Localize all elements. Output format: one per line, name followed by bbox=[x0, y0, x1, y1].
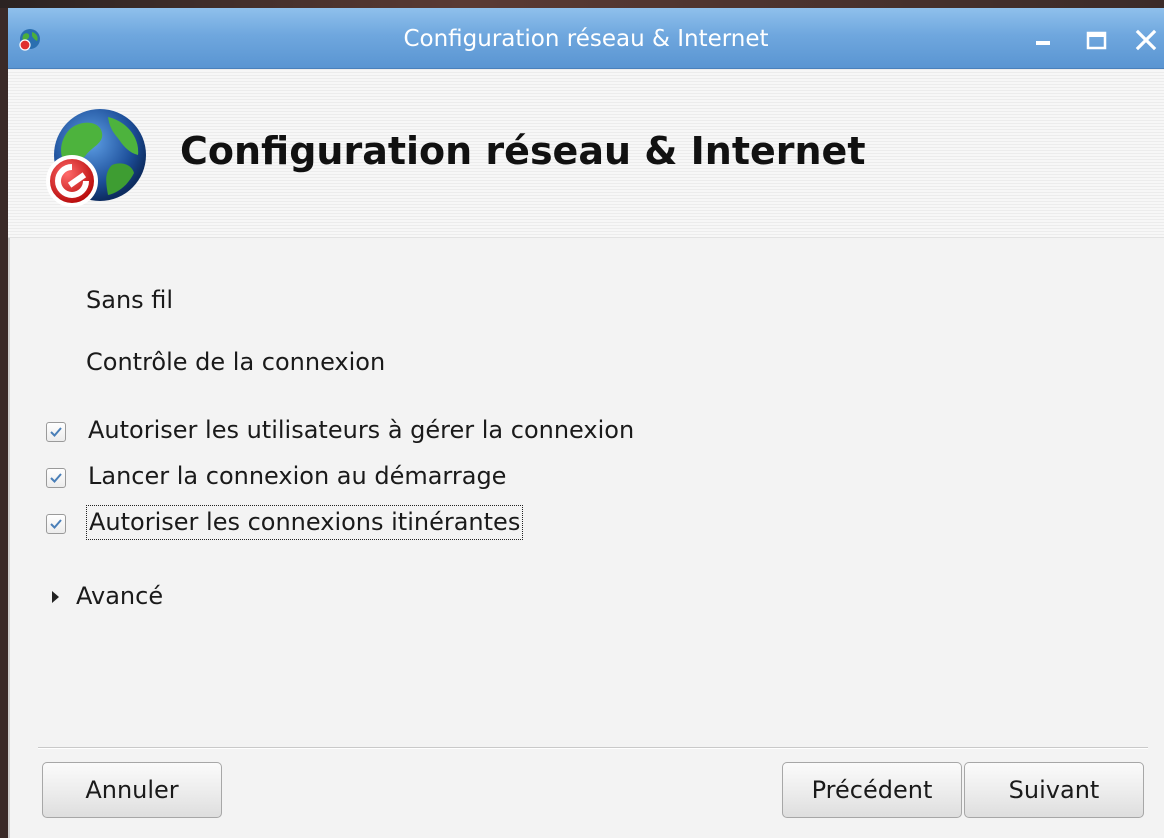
button-separator bbox=[38, 747, 1148, 749]
maximize-icon[interactable] bbox=[1083, 26, 1111, 54]
dialog-window: Configuration réseau & Internet Configur… bbox=[8, 8, 1164, 838]
subsection-title: Contrôle de la connexion bbox=[86, 348, 386, 376]
close-icon[interactable] bbox=[1132, 26, 1160, 54]
checkbox[interactable] bbox=[46, 422, 66, 442]
checkbox-label[interactable]: Autoriser les utilisateurs à gérer la co… bbox=[86, 416, 636, 444]
triangle-right-icon[interactable] bbox=[52, 591, 59, 603]
desktop-background-strip bbox=[0, 0, 1164, 8]
next-button[interactable]: Suivant bbox=[964, 762, 1144, 818]
minimize-icon[interactable] bbox=[1030, 26, 1058, 54]
title-bar[interactable]: Configuration réseau & Internet bbox=[8, 8, 1164, 69]
checkbox[interactable] bbox=[46, 514, 66, 534]
check-icon bbox=[50, 519, 62, 529]
previous-button[interactable]: Précédent bbox=[782, 762, 962, 818]
cancel-button[interactable]: Annuler bbox=[42, 762, 222, 818]
window-title: Configuration réseau & Internet bbox=[403, 26, 769, 52]
checkbox-label[interactable]: Lancer la connexion au démarrage bbox=[86, 462, 508, 490]
check-icon bbox=[50, 473, 62, 483]
page-title: Configuration réseau & Internet bbox=[180, 129, 866, 173]
checkbox[interactable] bbox=[46, 468, 66, 488]
dialog-header: Configuration réseau & Internet bbox=[8, 69, 1164, 238]
section-title: Sans fil bbox=[86, 286, 174, 314]
check-icon bbox=[50, 427, 62, 437]
checkbox-label[interactable]: Autoriser les connexions itinérantes bbox=[86, 505, 524, 540]
globe-with-wrench-icon bbox=[46, 109, 146, 207]
expander-label[interactable]: Avancé bbox=[76, 582, 163, 610]
